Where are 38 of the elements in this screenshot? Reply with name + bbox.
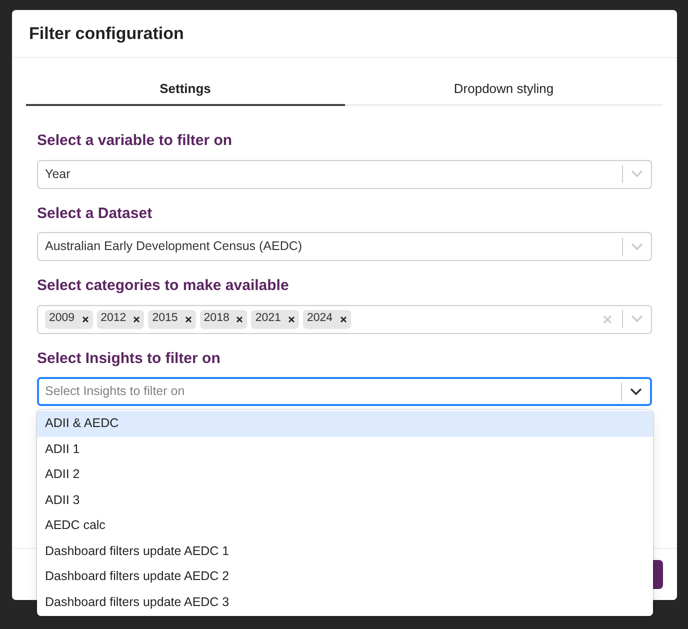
field-label: Select a variable to filter on bbox=[37, 131, 234, 151]
selected-value: Year bbox=[45, 166, 70, 183]
field-label: Select categories to make available bbox=[37, 276, 290, 296]
chevron-down-icon bbox=[630, 388, 642, 396]
category-tag: 2009 bbox=[45, 310, 93, 328]
category-tag: 2012 bbox=[96, 310, 144, 328]
dialog-title: Filter configuration bbox=[29, 22, 184, 45]
chevron-down-icon bbox=[631, 242, 643, 250]
remove-icon[interactable] bbox=[236, 316, 244, 322]
dropdown-option[interactable]: ADII 3 bbox=[37, 488, 653, 513]
chevron-down-icon bbox=[631, 170, 643, 178]
remove-icon[interactable] bbox=[82, 316, 89, 322]
remove-icon[interactable] bbox=[340, 316, 347, 322]
dropdown-option[interactable]: Dashboard filters update AEDC 1 bbox=[37, 538, 653, 564]
remove-icon[interactable] bbox=[184, 316, 192, 322]
select-field[interactable]: Australian Early Development Census (AEDC) bbox=[37, 232, 652, 261]
remove-icon[interactable] bbox=[288, 316, 295, 322]
tab[interactable]: Settings bbox=[26, 74, 344, 106]
remove-icon[interactable] bbox=[133, 316, 140, 322]
selected-value: Australian Early Development Census (AEDC) bbox=[45, 238, 302, 256]
chevron-down-icon bbox=[631, 315, 643, 323]
select-field[interactable]: Select Insights to filter on bbox=[37, 377, 652, 406]
dropdown-option[interactable]: ADII 1 bbox=[37, 436, 653, 462]
dropdown-option[interactable]: Dashboard filters update AEDC 2 bbox=[37, 564, 653, 590]
field-label: Select a Dataset bbox=[37, 204, 154, 224]
category-tag: 2024 bbox=[302, 310, 351, 328]
dropdown-option[interactable]: AEDC calc bbox=[37, 513, 653, 538]
dropdown-option[interactable]: Dashboard filters update AEDC 3 bbox=[37, 590, 653, 615]
dropdown-option[interactable]: ADII 2 bbox=[37, 462, 653, 488]
select-field[interactable]: Year bbox=[37, 160, 652, 188]
field-label: Select Insights to filter on bbox=[37, 348, 222, 368]
tab[interactable]: Dropdown styling bbox=[344, 74, 663, 106]
placeholder: Select Insights to filter on bbox=[45, 383, 185, 400]
category-tag: 2015 bbox=[148, 310, 196, 328]
category-tag: 2018 bbox=[200, 310, 248, 328]
dropdown-option[interactable]: ADII & AEDC bbox=[37, 411, 653, 436]
category-tag: 2021 bbox=[251, 310, 299, 328]
multi-select-field[interactable]: 2009 2012 2015 2018 2021 2024 bbox=[37, 304, 652, 334]
